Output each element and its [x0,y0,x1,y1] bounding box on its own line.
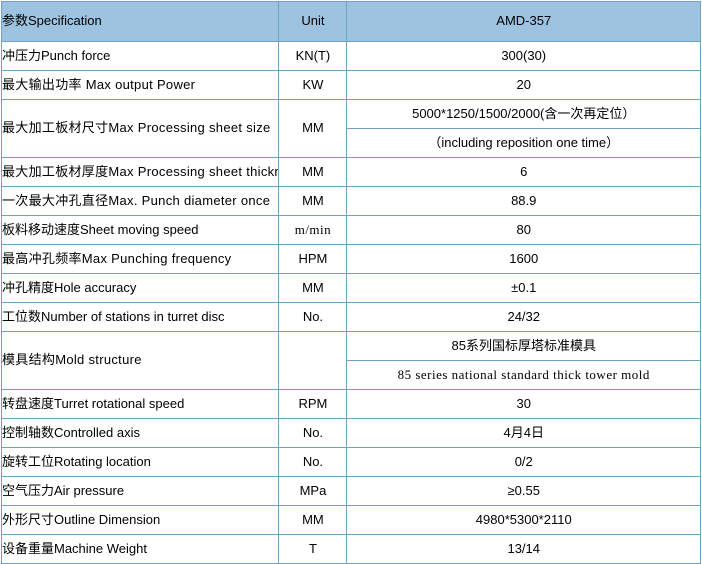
row-unit: No. [278,418,348,448]
table-row: 空气压力Air pressure MPa ≥0.55 [0,476,701,506]
table-row: 转盘速度Turret rotational speed RPM 30 [0,389,701,419]
row-param: 最大加工板材尺寸Max Processing sheet size [0,99,280,158]
row-unit: MM [278,157,348,187]
row-param: 最大输出功率 Max output Power [0,70,280,100]
row-unit: m/min [278,215,348,245]
row-value-line: 85 series national standard thick tower … [397,366,650,382]
row-param: 一次最大冲孔直径Max. Punch diameter once [0,186,280,216]
row-param: 板料移动速度Sheet moving speed [0,215,280,245]
row-param: 最高冲孔频率Max Punching frequency [0,244,280,274]
table-body: 冲压力Punch force KN(T) 300(30) 最大输出功率 Max … [0,41,701,564]
row-unit: KN(T) [278,41,348,71]
table-row: 一次最大冲孔直径Max. Punch diameter once MM 88.9 [0,186,701,216]
row-value: 1600 [346,244,701,274]
specification-table: 参数Specification Unit AMD-357 冲压力Punch fo… [0,1,701,564]
row-unit: MM [278,186,348,216]
table-row: 工位数Number of stations in turret disc No.… [0,302,701,332]
table-row: 旋转工位Rotating location No. 0/2 [0,447,701,477]
row-value: 0/2 [346,447,701,477]
header-row: 参数Specification Unit AMD-357 [0,1,701,42]
table-row: 最大加工板材尺寸Max Processing sheet size MM 500… [0,99,701,158]
row-unit: MM [278,99,348,158]
row-value-line: 85系列国标厚塔标准模具 [347,332,700,361]
row-unit: KW [278,70,348,100]
row-param: 设备重量Machine Weight [0,534,280,564]
row-value: 30 [346,389,701,419]
row-value: 5000*1250/1500/2000(含一次再定位） （including r… [346,99,701,158]
table-header: 参数Specification Unit AMD-357 [0,1,701,42]
row-value: 20 [346,70,701,100]
row-value: 24/32 [346,302,701,332]
row-value: ±0.1 [346,273,701,303]
row-unit: No. [278,447,348,477]
header-model: AMD-357 [346,1,701,42]
row-value: 4980*5300*2110 [346,505,701,535]
row-value-line: （including reposition one time） [428,134,620,150]
row-value: 6 [346,157,701,187]
table-row: 设备重量Machine Weight T 13/14 [0,534,701,564]
row-param: 旋转工位Rotating location [0,447,280,477]
table-row: 最高冲孔频率Max Punching frequency HPM 1600 [0,244,701,274]
header-unit: Unit [278,1,348,42]
row-value: ≥0.55 [346,476,701,506]
row-param: 最大加工板材厚度Max Processing sheet thickness [0,157,280,187]
table-row: 冲孔精度Hole accuracy MM ±0.1 [0,273,701,303]
table-row: 外形尺寸Outline Dimension MM 4980*5300*2110 [0,505,701,535]
row-value: 85系列国标厚塔标准模具 85 series national standard… [346,331,701,390]
table-row: 板料移动速度Sheet moving speed m/min 80 [0,215,701,245]
table-row: 模具结构Mold structure 85系列国标厚塔标准模具 85 serie… [0,331,701,390]
row-value: 88.9 [346,186,701,216]
row-param: 冲孔精度Hole accuracy [0,273,280,303]
row-unit: No. [278,302,348,332]
row-value: 300(30) [346,41,701,71]
row-param: 控制轴数Controlled axis [0,418,280,448]
row-value-line: 5000*1250/1500/2000(含一次再定位） [347,100,700,129]
row-unit [278,331,348,390]
row-param: 冲压力Punch force [0,41,280,71]
table-row: 最大加工板材厚度Max Processing sheet thickness M… [0,157,701,187]
table-row: 冲压力Punch force KN(T) 300(30) [0,41,701,71]
row-value: 4月4日 [346,418,701,448]
row-unit: T [278,534,348,564]
row-unit: MM [278,273,348,303]
table-row: 最大输出功率 Max output Power KW 20 [0,70,701,100]
row-unit: RPM [278,389,348,419]
row-param: 工位数Number of stations in turret disc [0,302,280,332]
row-param: 模具结构Mold structure [0,331,280,390]
row-param: 转盘速度Turret rotational speed [0,389,280,419]
row-unit: HPM [278,244,348,274]
row-param: 外形尺寸Outline Dimension [0,505,280,535]
row-param: 空气压力Air pressure [0,476,280,506]
header-parameter: 参数Specification [0,1,280,42]
table-row: 控制轴数Controlled axis No. 4月4日 [0,418,701,448]
row-value: 13/14 [346,534,701,564]
row-unit: MM [278,505,348,535]
row-param-text: 最大加工板材厚度Max Processing sheet thickness [2,164,279,179]
row-unit: MPa [278,476,348,506]
row-value: 80 [346,215,701,245]
